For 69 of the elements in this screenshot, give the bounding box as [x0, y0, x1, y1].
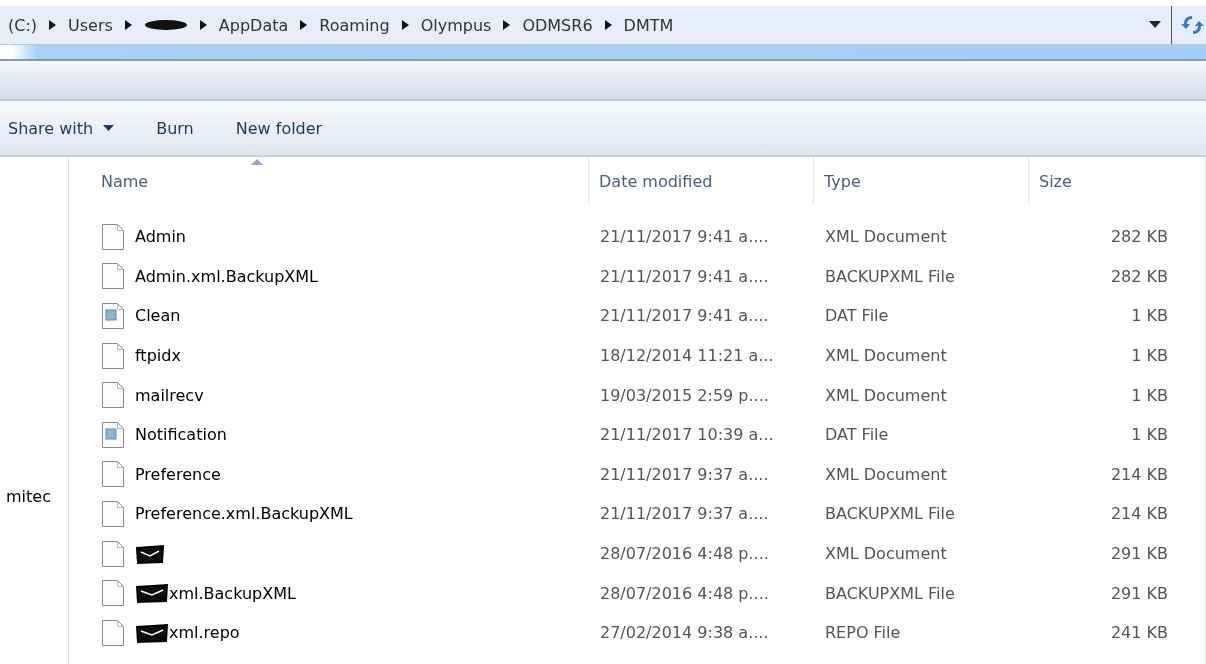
chevron-right-icon: [300, 20, 308, 30]
file-name[interactable]: Clean: [135, 306, 181, 326]
chevron-right-icon: [199, 20, 207, 30]
file-name[interactable]: Preference: [135, 464, 221, 484]
navigation-item[interactable]: mitec: [0, 487, 68, 506]
file-name[interactable]: xml.repo: [169, 623, 240, 643]
breadcrumb[interactable]: Olympus: [420, 15, 492, 35]
chevron-right-icon: [124, 20, 132, 30]
breadcrumb[interactable]: ODMSR6: [522, 15, 593, 35]
file-name[interactable]: ftpidx: [135, 346, 181, 366]
date-cell-text: 21/11/2017 9:41 a....: [599, 306, 770, 326]
type-cell-text: BACKUPXML File: [824, 504, 956, 524]
column-header[interactable]: Date modified: [599, 171, 713, 191]
toolbar-button[interactable]: New folder: [235, 118, 323, 138]
breadcrumb[interactable]: AppData: [218, 15, 289, 35]
type-cell-text: XML Document: [824, 346, 948, 366]
dropdown-arrow-icon: [103, 125, 115, 131]
date-cell-text: 21/11/2017 9:37 a....: [599, 504, 770, 524]
chevron-right-icon: [503, 20, 511, 30]
column-header[interactable]: Name: [101, 171, 149, 191]
type-cell-text: DAT File: [824, 306, 890, 326]
date-cell-text: 28/07/2016 4:48 p....: [599, 583, 770, 603]
refresh-icon[interactable]: [1180, 14, 1204, 36]
size-cell-text: 1 KB: [1130, 306, 1168, 326]
date-cell-text: 21/11/2017 9:41 a....: [599, 266, 770, 286]
size-cell-text: 1 KB: [1130, 425, 1168, 445]
type-cell-text: XML Document: [824, 464, 948, 484]
chevron-right-icon: [401, 20, 409, 30]
type-cell-text: XML Document: [824, 227, 948, 247]
chevron-right-icon: [49, 20, 57, 30]
date-cell-text: 19/03/2015 2:59 p....: [599, 385, 770, 405]
size-cell-text: 241 KB: [1109, 623, 1168, 643]
date-cell-text: 21/11/2017 9:37 a....: [599, 464, 770, 484]
column-header[interactable]: Type: [824, 171, 861, 191]
type-cell-text: XML Document: [824, 544, 948, 564]
file-name[interactable]: xml.BackupXML: [169, 583, 296, 603]
file-name[interactable]: Notification: [135, 425, 227, 445]
file-name[interactable]: mailrecv: [135, 385, 204, 405]
type-cell-text: XML Document: [824, 385, 948, 405]
size-cell-text: 282 KB: [1109, 227, 1168, 247]
file-name[interactable]: Admin.xml.BackupXML: [135, 266, 318, 286]
type-cell-text: BACKUPXML File: [824, 583, 956, 603]
date-cell-text: 18/12/2014 11:21 a...: [599, 346, 775, 366]
date-cell-text: 21/11/2017 10:39 a...: [599, 425, 775, 445]
date-cell-text: 27/02/2014 9:38 a....: [599, 623, 770, 643]
column-header[interactable]: Size: [1039, 171, 1072, 191]
dropdown-arrow-icon[interactable]: [1149, 21, 1161, 29]
date-cell-text: 28/07/2016 4:48 p....: [599, 544, 770, 564]
type-cell-text: REPO File: [824, 623, 902, 643]
toolbar-button[interactable]: Burn: [156, 118, 194, 138]
file-name[interactable]: Preference.xml.BackupXML: [135, 504, 353, 524]
breadcrumb[interactable]: (C:): [8, 15, 38, 35]
address-bar[interactable]: (C:) Users AppData Roaming Olympus ODMSR6 DMTM: [0, 6, 1206, 45]
size-cell-text: 291 KB: [1109, 544, 1168, 564]
size-cell-text: 1 KB: [1130, 346, 1168, 366]
type-cell-text: DAT File: [824, 425, 890, 445]
breadcrumb[interactable]: DMTM: [623, 15, 674, 35]
breadcrumb[interactable]: Users: [68, 15, 113, 35]
toolbar-button[interactable]: Share with: [8, 118, 115, 138]
chevron-right-icon: [604, 20, 612, 30]
breadcrumb[interactable]: Roaming: [319, 15, 390, 35]
file-name[interactable]: Admin: [135, 227, 186, 247]
size-cell-text: 282 KB: [1109, 266, 1168, 286]
type-cell-text: BACKUPXML File: [824, 266, 956, 286]
size-cell-text: 214 KB: [1109, 504, 1168, 524]
size-cell-text: 214 KB: [1109, 464, 1168, 484]
date-cell-text: 21/11/2017 9:41 a....: [599, 227, 770, 247]
size-cell-text: 291 KB: [1109, 583, 1168, 603]
size-cell-text: 1 KB: [1130, 385, 1168, 405]
